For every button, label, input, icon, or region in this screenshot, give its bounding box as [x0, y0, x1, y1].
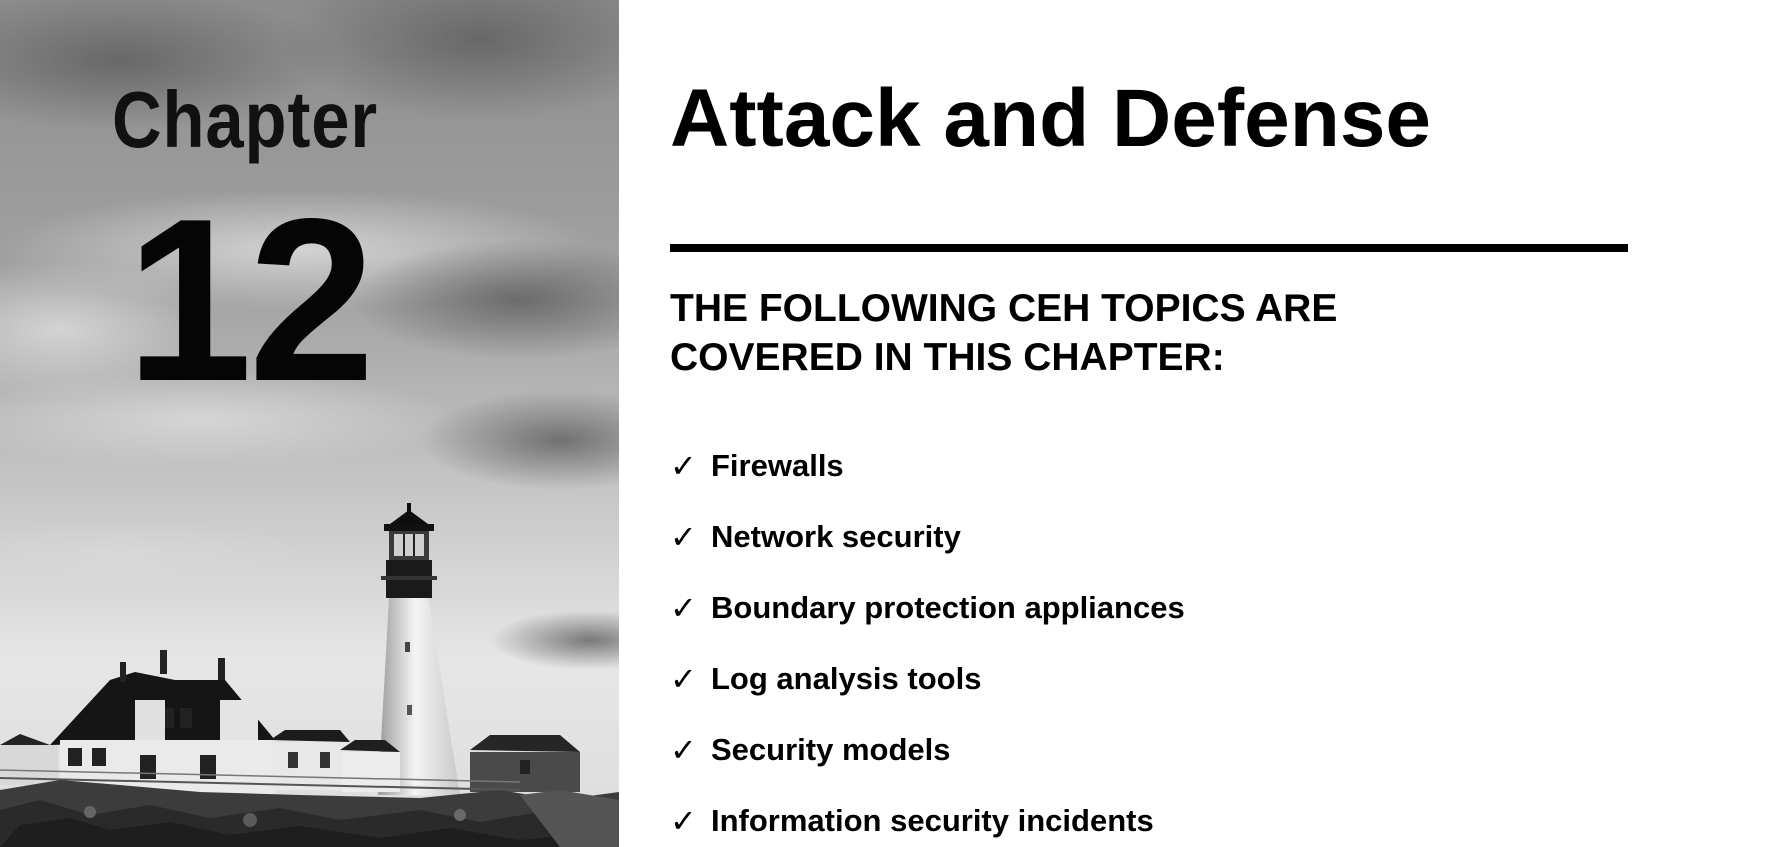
list-item: ✓ Network security [670, 501, 1185, 572]
check-icon: ✓ [670, 588, 697, 627]
topics-heading: THE FOLLOWING CEH TOPICS ARE COVERED IN … [670, 284, 1337, 382]
topic-label: Boundary protection appliances [711, 589, 1185, 625]
list-item: ✓ Security models [670, 714, 1185, 785]
list-item: ✓ Firewalls [670, 430, 1185, 501]
check-icon: ✓ [670, 517, 697, 556]
lighthouse-photo: Chapter 12 [0, 0, 619, 847]
check-icon: ✓ [670, 446, 697, 485]
topic-label: Log analysis tools [711, 660, 982, 696]
list-item: ✓ Information security incidents [670, 785, 1185, 847]
chapter-title: Attack and Defense [670, 73, 1432, 164]
topic-label: Information security incidents [711, 802, 1154, 838]
check-icon: ✓ [670, 659, 697, 698]
topic-label: Firewalls [711, 447, 844, 483]
topic-label: Network security [711, 518, 961, 554]
list-item: ✓ Boundary protection appliances [670, 572, 1185, 643]
topics-heading-line-2: COVERED IN THIS CHAPTER: [670, 336, 1225, 379]
topics-list: ✓ Firewalls ✓ Network security ✓ Boundar… [670, 430, 1185, 847]
topic-label: Security models [711, 731, 951, 767]
check-icon: ✓ [670, 730, 697, 769]
chapter-label: Chapter [112, 75, 378, 164]
list-item: ✓ Log analysis tools [670, 643, 1185, 714]
check-icon: ✓ [670, 801, 697, 840]
chapter-number: 12 [126, 171, 375, 430]
title-divider [670, 244, 1628, 252]
topics-heading-line-1: THE FOLLOWING CEH TOPICS ARE [670, 287, 1338, 330]
